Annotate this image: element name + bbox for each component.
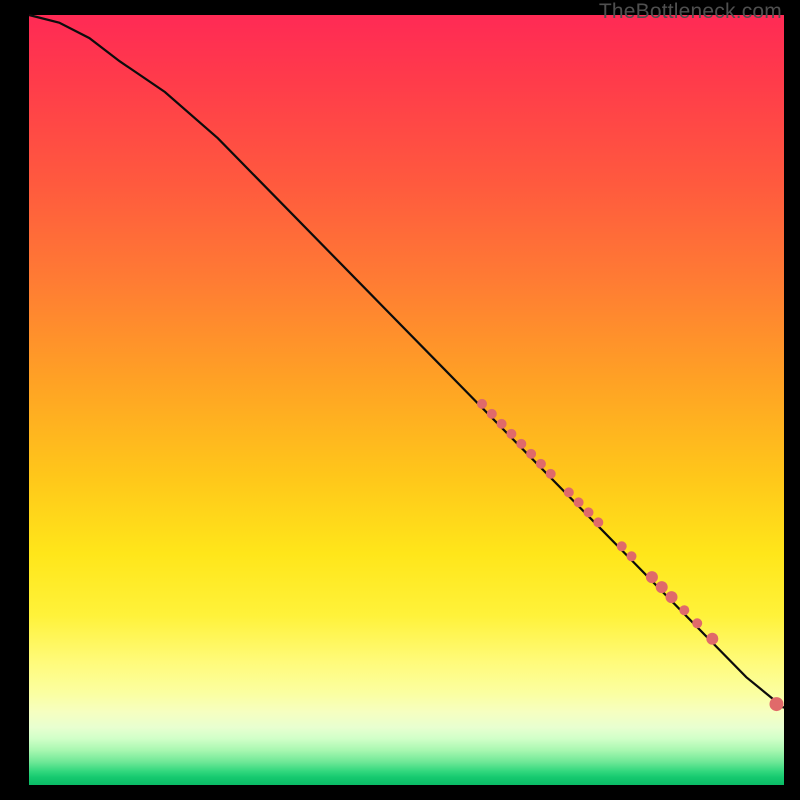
sample-point bbox=[646, 571, 658, 583]
bottleneck-curve bbox=[29, 15, 784, 708]
sample-point bbox=[656, 581, 668, 593]
chart-svg bbox=[29, 15, 784, 785]
sample-point bbox=[627, 551, 637, 561]
sample-point bbox=[477, 399, 487, 409]
sample-point bbox=[706, 633, 718, 645]
watermark-text: TheBottleneck.com bbox=[599, 0, 782, 24]
sample-point bbox=[574, 497, 584, 507]
sample-point bbox=[497, 419, 507, 429]
sample-point bbox=[666, 591, 678, 603]
plot-area bbox=[29, 15, 784, 785]
sample-point bbox=[679, 605, 689, 615]
sample-point bbox=[617, 541, 627, 551]
sample-point bbox=[692, 618, 702, 628]
sample-point bbox=[584, 507, 594, 517]
sample-point bbox=[526, 449, 536, 459]
sample-point bbox=[770, 697, 784, 711]
sample-point bbox=[564, 487, 574, 497]
sample-point bbox=[506, 429, 516, 439]
sample-point bbox=[516, 439, 526, 449]
sample-point bbox=[546, 469, 556, 479]
chart-stage: TheBottleneck.com bbox=[0, 0, 800, 800]
sample-points-group bbox=[477, 399, 784, 711]
sample-point bbox=[536, 459, 546, 469]
sample-point bbox=[593, 517, 603, 527]
sample-point bbox=[487, 409, 497, 419]
